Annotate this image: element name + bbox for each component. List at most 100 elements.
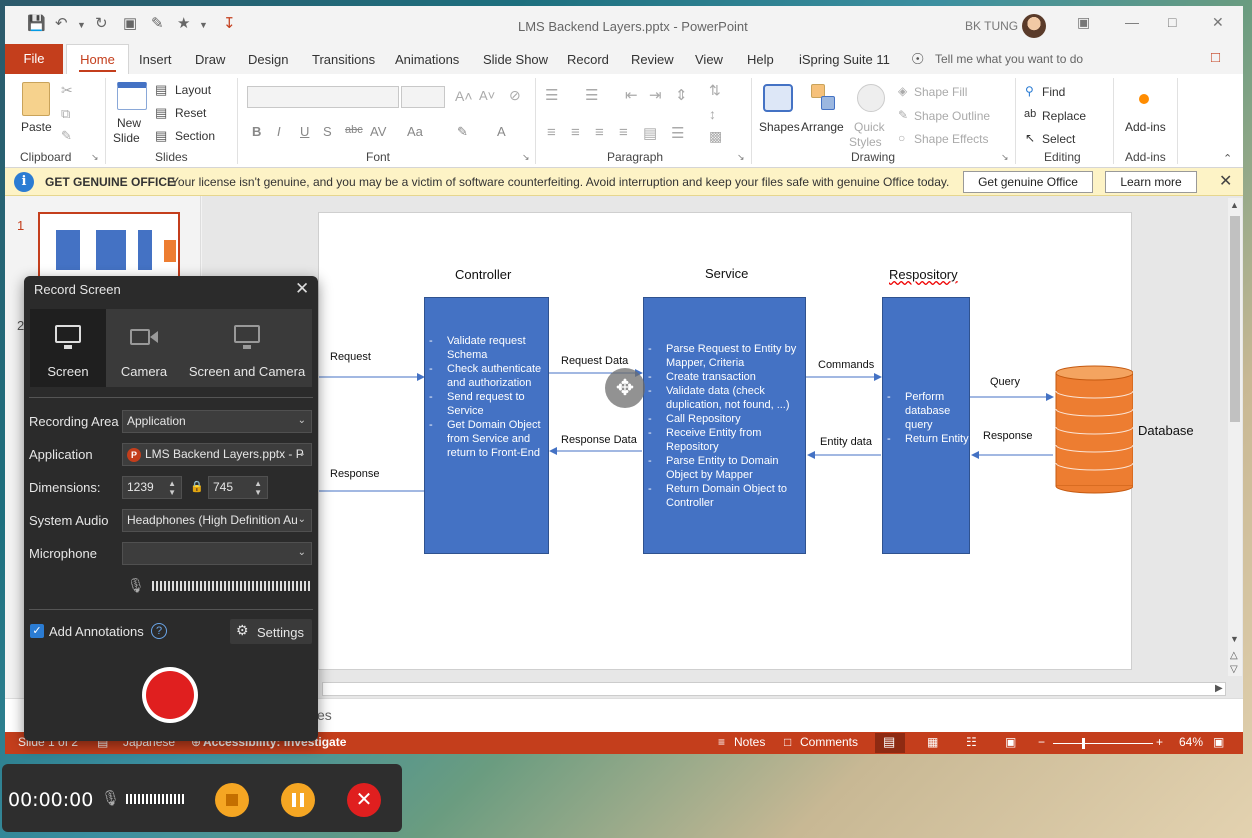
zoom-out-icon[interactable]: − [1038,735,1045,749]
comments-icon[interactable]: □ [1211,49,1220,66]
scroll-up-icon[interactable]: ▲ [1230,200,1239,210]
shapes-icon[interactable] [763,84,793,112]
present-icon[interactable]: ▣ [123,14,137,32]
align-text-icon[interactable]: ↕ [709,106,716,122]
format-painter-icon[interactable]: ✎ [61,128,72,144]
repository-box[interactable]: Perform database query Return Entity [882,297,970,554]
move-handle-icon[interactable]: ✥ [605,368,645,408]
close-icon[interactable]: ✕ [1212,14,1224,31]
help-icon[interactable]: ? [151,623,167,639]
copy-icon[interactable]: ⧉ [61,106,70,122]
mode-screen[interactable]: Screen [30,309,106,387]
tab-file[interactable]: File [5,44,63,74]
shape-effects-button[interactable]: Shape Effects [914,132,989,146]
redo-icon[interactable]: ↻ [95,14,108,32]
quick-styles-icon[interactable] [857,84,885,112]
align-right-icon[interactable]: ≡ [595,124,604,141]
arrange-button[interactable]: Arrange [801,120,844,134]
dialog-launcher-icon[interactable]: ↘ [522,152,530,163]
application-select[interactable]: P LMS Backend Layers.pptx - P ⌄ [122,443,312,466]
paste-button[interactable]: Paste [21,120,52,134]
zoom-slider-thumb[interactable] [1082,738,1085,749]
close-icon[interactable]: ✕ [295,279,309,299]
shadow-icon[interactable]: S [323,124,332,139]
layout-button[interactable]: Layout [175,83,211,97]
bold-icon[interactable]: B [252,124,261,139]
add-annotations-checkbox[interactable]: ✓ [30,624,44,638]
minimize-icon[interactable]: — [1125,14,1139,30]
tell-me-search[interactable]: Tell me what you want to do [935,52,1083,66]
user-name[interactable]: BK TUNG [965,19,1018,33]
notes-icon[interactable]: ≡ [718,735,725,749]
tab-animations[interactable]: Animations [395,52,459,67]
align-center-icon[interactable]: ≡ [571,124,580,141]
record-button[interactable] [142,667,198,723]
scroll-thumb[interactable] [1230,216,1240,422]
shape-fill-button[interactable]: Shape Fill [914,85,967,99]
height-input[interactable]: 745 ▲ ▼ [208,476,268,499]
tab-ispring[interactable]: iSpring Suite 11 [799,52,890,67]
fit-slide-icon[interactable]: ▣ [1213,735,1224,749]
change-case-icon[interactable]: Aa [407,124,423,139]
next-slide-icon[interactable]: ▽ [1230,664,1238,675]
tab-review[interactable]: Review [631,52,674,67]
highlight-icon[interactable]: ✎ [457,124,468,140]
quick-styles-label-2[interactable]: Styles [849,135,882,149]
zoom-slider[interactable] [1053,743,1153,744]
touch-mode-icon[interactable]: ✎ [151,14,164,32]
new-slide-label-1[interactable]: New [117,116,141,130]
save-icon[interactable]: 💾 [27,14,46,32]
system-audio-select[interactable]: Headphones (High Definition Au ⌄ [122,509,312,532]
scroll-right-icon[interactable]: ▶ [1215,683,1223,694]
find-button[interactable]: Find [1042,85,1065,99]
collapse-ribbon-icon[interactable]: ⌃ [1223,152,1232,165]
horizontal-scrollbar[interactable]: ▶ [322,682,1226,696]
new-slide-label-2[interactable]: Slide [113,131,140,145]
normal-view-button[interactable]: ▤ [875,733,905,753]
font-size-combo[interactable] [401,86,445,108]
settings-button[interactable]: ⚙ Settings [230,619,312,644]
close-icon[interactable]: ✕ [1219,171,1232,191]
slide-sorter-icon[interactable]: ▦ [927,735,938,749]
mode-camera[interactable]: Camera [106,309,182,387]
clear-format-icon[interactable]: ⊘ [509,87,521,104]
strikethrough-icon[interactable]: abc [345,124,363,136]
replace-button[interactable]: Replace [1042,109,1086,123]
comments-button[interactable]: Comments [800,735,858,749]
font-color-icon[interactable]: A [497,124,506,139]
paragraph-options-icon[interactable]: ☰ [671,124,684,142]
tab-slide-show[interactable]: Slide Show [483,52,548,67]
stop-button[interactable] [215,783,249,817]
shape-outline-button[interactable]: Shape Outline [914,109,990,123]
tab-home[interactable]: Home [66,44,129,74]
justify-icon[interactable]: ≡ [619,124,628,141]
columns-icon[interactable]: ▤ [643,124,657,142]
undo-icon[interactable]: ↶ [55,14,68,32]
lock-icon[interactable]: 🔒 [190,480,204,493]
tab-record[interactable]: Record [567,52,609,67]
char-spacing-icon[interactable]: AV [370,124,386,139]
controller-box[interactable]: Validate request Schema Check authentica… [424,297,549,554]
ribbon-display-icon[interactable]: ▣ [1077,14,1090,31]
comments-status-icon[interactable]: □ [784,735,791,749]
increase-indent-icon[interactable]: ⇥ [649,86,662,104]
new-slide-icon[interactable] [117,82,147,110]
cut-icon[interactable]: ✂ [61,82,73,99]
learn-more-button[interactable]: Learn more [1105,171,1197,193]
align-left-icon[interactable]: ≡ [547,124,556,141]
slide[interactable]: Controller Service Respository Database … [318,212,1194,670]
bullets-icon[interactable]: ☰ [545,86,558,104]
tab-design[interactable]: Design [248,52,288,67]
zoom-level[interactable]: 64% [1179,735,1203,749]
section-button[interactable]: Section [175,129,215,143]
recording-area-select[interactable]: Application ⌄ [122,410,312,433]
maximize-icon[interactable]: □ [1168,14,1176,30]
tab-insert[interactable]: Insert [139,52,172,67]
star-icon[interactable]: ★ [177,14,190,32]
zoom-in-icon[interactable]: + [1156,735,1163,749]
previous-slide-icon[interactable]: △ [1230,650,1238,661]
stepper-icon[interactable]: ▲ ▼ [168,479,176,497]
select-button[interactable]: Select [1042,132,1075,146]
tab-transitions[interactable]: Transitions [312,52,375,67]
add-ins-button[interactable]: Add-ins [1125,120,1166,134]
